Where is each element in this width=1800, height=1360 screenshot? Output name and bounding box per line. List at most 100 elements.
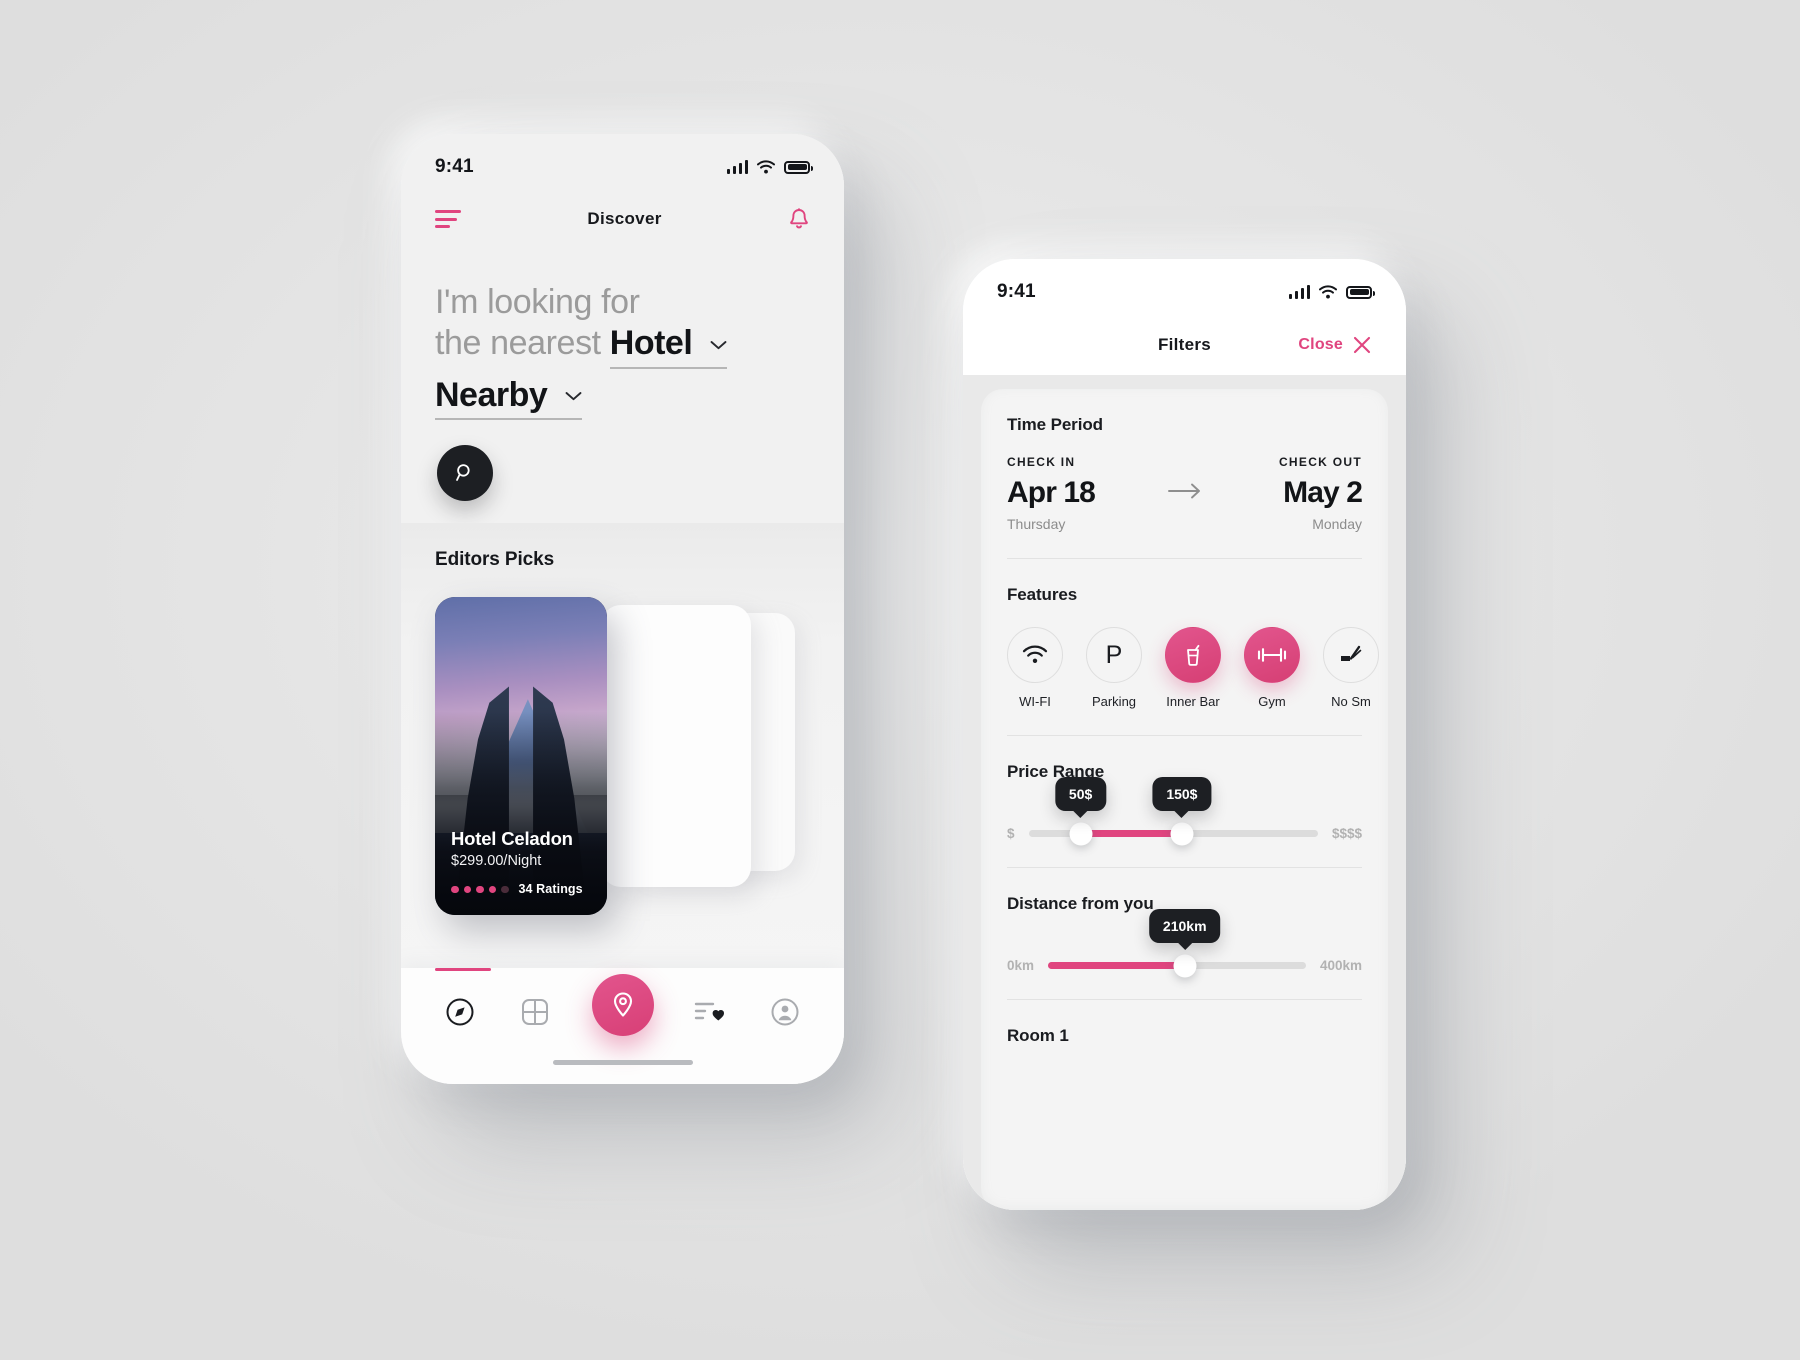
battery-icon: [784, 160, 813, 174]
tab-wishlist[interactable]: [691, 993, 729, 1031]
rating-dot-filled: [451, 885, 459, 894]
price-track[interactable]: 50$ 150$: [1028, 777, 1318, 845]
distance-knob[interactable]: [1173, 954, 1197, 977]
home-indicator: [552, 1060, 693, 1065]
distance-track[interactable]: 210km: [1048, 909, 1306, 977]
hamburger-menu-icon[interactable]: [435, 210, 461, 228]
no-smoking-icon: [1341, 645, 1362, 661]
room-title: Room 1: [1007, 1026, 1069, 1045]
status-time: 9:41: [435, 156, 474, 177]
dumbbell-icon: [1257, 648, 1287, 662]
feature-icon-circle: P: [1086, 627, 1142, 683]
date-range: CHECK IN Apr 18 Thursday CHECK OUT May 2: [1007, 455, 1363, 532]
tab-list: [401, 968, 844, 1036]
cellular-bars-icon: [726, 160, 748, 174]
rating-dot-empty: [501, 885, 509, 894]
rating-dot-filled: [488, 885, 496, 894]
rating-count: 34 Ratings: [518, 882, 583, 897]
search-icon: [456, 464, 470, 482]
discover-screen: 9:41 Discover I'm looking for the neares…: [401, 134, 844, 1084]
hotel-card[interactable]: Hotel Celadon $299.00/Night 34 Ratings: [435, 597, 607, 916]
status-bar-right: 9:41: [963, 259, 1406, 315]
features-title: Features: [1007, 585, 1078, 604]
filters-body: Time Period CHECK IN Apr 18 Thursday CHE…: [963, 375, 1406, 1210]
check-out-date: May 2: [1283, 476, 1363, 509]
check-out-label: CHECK OUT: [1278, 455, 1362, 469]
grid-icon: [522, 999, 549, 1025]
price-tooltip-low: 50$: [1054, 777, 1107, 811]
filters-title: Filters: [1157, 335, 1212, 354]
bell-icon[interactable]: [788, 207, 810, 231]
rating-dot-filled: [476, 885, 484, 894]
location-dropdown[interactable]: Nearby: [435, 375, 583, 421]
bottom-tab-bar: [401, 968, 844, 1084]
distance-tooltip: 210km: [1148, 909, 1221, 943]
wifi-icon: [757, 160, 775, 174]
price-knob-high[interactable]: [1170, 822, 1194, 845]
tab-accent-line: [435, 968, 491, 971]
card-placeholder-front: [601, 605, 751, 888]
distance-fill: [1048, 962, 1185, 969]
features-list: WI-FI P Parking Inner Bar Gym No Sm: [1007, 627, 1379, 709]
wifi-icon: [1319, 285, 1337, 299]
user-circle-icon: [771, 998, 799, 1026]
status-bar-left: 9:41: [401, 134, 844, 190]
close-label: Close: [1298, 336, 1343, 353]
distance-min-label: 0km: [1007, 958, 1035, 973]
cellular-bars-icon: [1288, 285, 1310, 299]
tab-map[interactable]: [591, 974, 654, 1036]
check-in-date: Apr 18: [1007, 476, 1096, 509]
check-out-block[interactable]: CHECK OUT May 2 Monday: [1242, 455, 1363, 532]
hotel-rating: 34 Ratings: [451, 882, 595, 896]
location-pin-icon: [613, 992, 632, 1017]
room-section: Room 1: [1007, 1000, 1362, 1072]
price-range-slider[interactable]: $ 50$ 150$ $$$$: [1007, 777, 1362, 845]
price-knob-low[interactable]: [1069, 822, 1093, 845]
price-tooltip-high: 150$: [1152, 777, 1212, 811]
hero-line-2-prefix: the nearest: [435, 324, 601, 363]
feature-icon-circle: [1007, 627, 1063, 683]
category-dropdown[interactable]: Hotel: [609, 323, 728, 369]
discover-header: Discover: [401, 190, 844, 248]
feature-label: Gym: [1258, 694, 1286, 709]
chevron-down-icon: [565, 375, 582, 416]
section-title: Editors Picks: [435, 549, 555, 571]
status-time: 9:41: [997, 281, 1036, 302]
search-button[interactable]: [437, 445, 493, 502]
feature-wifi[interactable]: WI-FI: [1007, 627, 1063, 709]
feature-parking[interactable]: P Parking: [1086, 627, 1142, 709]
compass-icon: [446, 998, 474, 1026]
check-in-block[interactable]: CHECK IN Apr 18 Thursday: [1007, 455, 1127, 532]
chevron-down-icon: [710, 323, 727, 364]
list-heart-icon: [694, 1002, 724, 1021]
hotel-card-carousel[interactable]: Hotel Celadon $299.00/Night 34 Ratings: [435, 597, 810, 927]
hero-line-1: I'm looking for: [435, 283, 640, 321]
feature-no-smoking[interactable]: No Sm: [1323, 627, 1379, 709]
hotel-price: $299.00/Night: [451, 853, 542, 870]
close-button[interactable]: Close: [1298, 335, 1372, 355]
filters-screen: 9:41 Filters Close Time Period CHECK IN …: [963, 259, 1406, 1210]
hero-search-block: I'm looking for the nearest Hotel Nearby: [401, 248, 844, 502]
close-x-icon: [1353, 336, 1371, 354]
discover-top-area: 9:41 Discover I'm looking for the neares…: [401, 134, 844, 502]
feature-label: Parking: [1091, 694, 1137, 709]
feature-gym[interactable]: Gym: [1244, 627, 1300, 709]
wifi-icon: [1022, 645, 1048, 663]
price-max-label: $$$$: [1331, 826, 1362, 841]
tab-explore[interactable]: [441, 993, 479, 1031]
parking-p-icon: P: [1105, 640, 1123, 669]
distance-section: Distance from you 0km 210km 400km: [1007, 868, 1362, 1000]
hotel-name: Hotel Celadon: [451, 828, 573, 850]
check-in-label: CHECK IN: [1007, 455, 1076, 469]
feature-icon-circle: [1323, 627, 1379, 683]
hotel-card-info: Hotel Celadon $299.00/Night 34 Ratings: [451, 828, 595, 896]
tab-categories[interactable]: [516, 993, 554, 1031]
battery-icon: [1346, 285, 1375, 299]
filters-header: Filters Close: [963, 315, 1406, 375]
status-indicators: [726, 160, 813, 174]
feature-label: Inner Bar: [1166, 694, 1220, 709]
distance-slider[interactable]: 0km 210km 400km: [1007, 909, 1362, 977]
feature-inner-bar[interactable]: Inner Bar: [1165, 627, 1221, 709]
drink-glass-icon: [1187, 644, 1200, 666]
tab-profile[interactable]: [766, 993, 804, 1031]
